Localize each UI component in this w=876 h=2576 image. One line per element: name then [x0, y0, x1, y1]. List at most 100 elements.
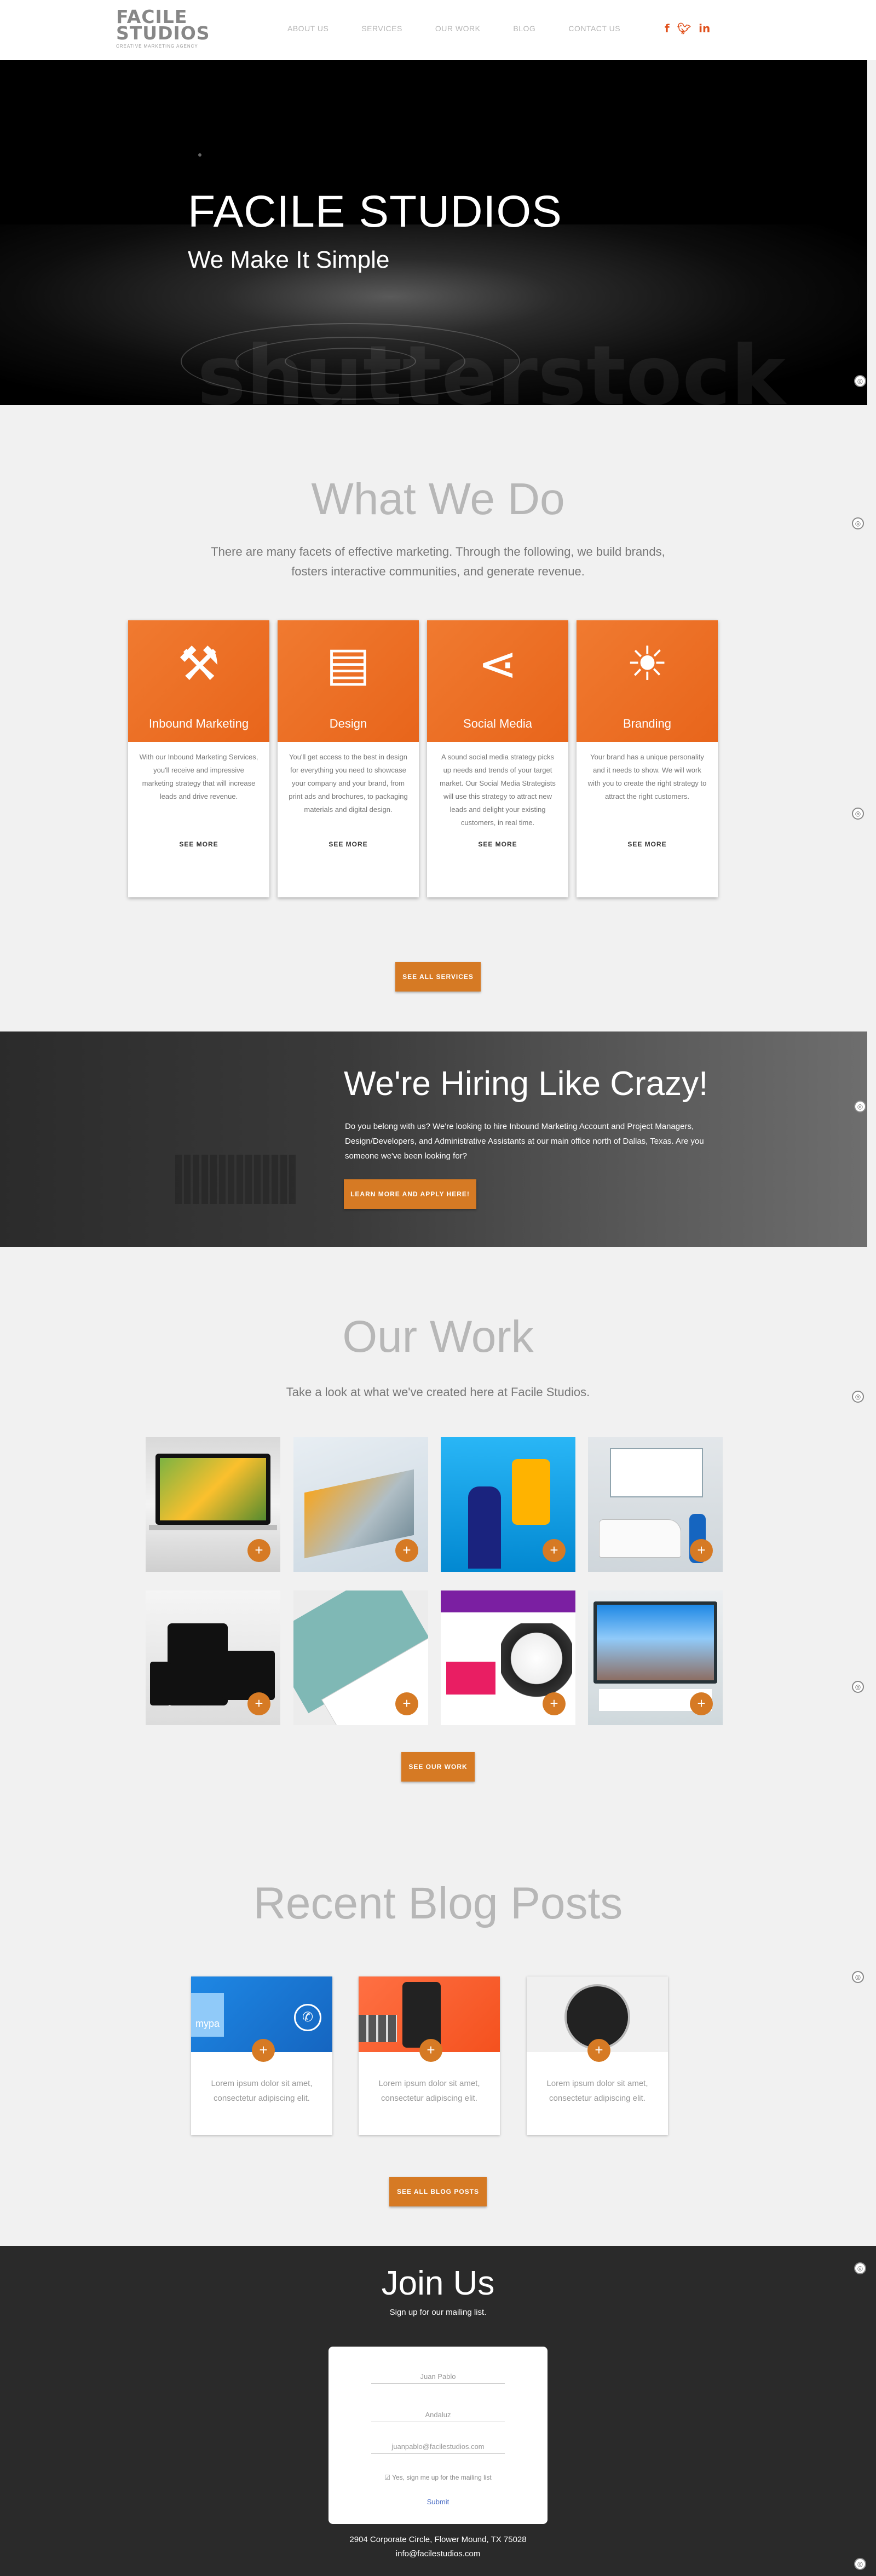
service-image: ▤ Design: [278, 620, 419, 742]
gallery-graphic: [359, 2015, 397, 2042]
service-card-branding[interactable]: ☀ Branding Your brand has a unique perso…: [577, 620, 718, 897]
checkbox-icon[interactable]: ☑: [384, 2474, 390, 2481]
see-more-link[interactable]: SEE MORE: [427, 840, 568, 848]
service-image: ☀ Branding: [577, 620, 718, 742]
share-icon: ⋖: [477, 637, 518, 691]
blog-title: Recent Blog Posts: [253, 1878, 623, 1928]
blog-image: mypa ✆ +: [191, 1976, 332, 2062]
nav-services[interactable]: SERVICES: [361, 24, 402, 33]
work-tile-devices[interactable]: +: [146, 1590, 280, 1725]
work-tile-cards[interactable]: +: [293, 1590, 428, 1725]
work-tile-branding[interactable]: +: [588, 1437, 723, 1572]
join-title: Join Us: [381, 2264, 495, 2302]
read-post-button[interactable]: +: [587, 2039, 610, 2062]
facebook-icon[interactable]: f: [665, 22, 670, 35]
scroll-icon[interactable]: ◎: [852, 517, 864, 529]
blog-card[interactable]: mypa ✆ + Lorem ipsum dolor sit amet, con…: [191, 1976, 332, 2135]
phone-icon: ✆: [294, 2004, 321, 2031]
view-project-button[interactable]: +: [395, 1692, 418, 1715]
main-menu: ABOUT US SERVICES OUR WORK BLOG CONTACT …: [287, 24, 653, 33]
tablet-landscape-graphic: [222, 1651, 275, 1700]
work-tile-laptop[interactable]: +: [146, 1437, 280, 1572]
hero-title: FACILE STUDIOS: [188, 187, 562, 237]
service-description: You'll get access to the best in design …: [289, 753, 408, 814]
scroll-icon[interactable]: ◎: [854, 375, 866, 387]
linkedin-icon[interactable]: in: [699, 22, 710, 35]
scroll-icon[interactable]: ◎: [854, 1100, 866, 1113]
promo-graphic: [446, 1662, 495, 1695]
read-post-button[interactable]: +: [252, 2039, 275, 2062]
see-more-link[interactable]: SEE MORE: [577, 840, 718, 848]
money-bag-graphic: [512, 1459, 550, 1525]
nav-blog[interactable]: BLOG: [513, 24, 535, 33]
service-image: ⋖ Social Media: [427, 620, 568, 742]
read-post-button[interactable]: +: [419, 2039, 442, 2062]
work-tile-illustration[interactable]: +: [441, 1437, 575, 1572]
service-image: ⚒ Inbound Marketing: [128, 620, 269, 742]
magnet-icon: ⚒: [177, 637, 220, 691]
service-name: Design: [329, 717, 367, 730]
palette-icon: ▤: [326, 637, 371, 691]
what-we-do-title: What We Do: [311, 474, 565, 524]
scroll-icon[interactable]: ◎: [852, 808, 864, 820]
last-name-field[interactable]: Andaluz: [371, 2408, 505, 2422]
signup-form: Juan Pablo Andaluz juanpablo@facilestudi…: [328, 2347, 548, 2524]
person-graphic: [468, 1486, 501, 1569]
our-work-title: Our Work: [342, 1312, 534, 1362]
lightbulb-icon: ☀: [626, 637, 668, 691]
logo[interactable]: FACILE STUDIOS CREATIVE MARKETING AGENCY: [116, 8, 210, 51]
nav-our-work[interactable]: OUR WORK: [435, 24, 481, 33]
van-graphic: [599, 1519, 681, 1558]
scroll-icon[interactable]: ◎: [852, 1971, 864, 1983]
site-header-graphic: [441, 1590, 575, 1612]
service-name: Social Media: [463, 717, 532, 730]
brochure-graphic: [610, 1448, 703, 1497]
service-card-social[interactable]: ⋖ Social Media A sound social media stra…: [427, 620, 568, 897]
service-name: Branding: [623, 717, 672, 730]
scroll-icon[interactable]: ◎: [852, 1681, 864, 1693]
email-field[interactable]: juanpablo@facilestudios.com: [371, 2440, 505, 2454]
footer-address: 2904 Corporate Circle, Flower Mound, TX …: [349, 2535, 527, 2544]
view-project-button[interactable]: +: [690, 1539, 713, 1562]
work-tile-infographic[interactable]: +: [293, 1437, 428, 1572]
view-project-button[interactable]: +: [247, 1539, 270, 1562]
laptop-base: [149, 1525, 277, 1530]
see-all-blog-posts-button[interactable]: SEE ALL BLOG POSTS: [389, 2177, 487, 2206]
monitor-graphic: [593, 1601, 717, 1684]
view-project-button[interactable]: +: [543, 1539, 566, 1562]
view-project-button[interactable]: +: [690, 1692, 713, 1715]
top-nav: FACILE STUDIOS CREATIVE MARKETING AGENCY…: [0, 0, 876, 60]
blog-card[interactable]: + Lorem ipsum dolor sit amet, consectetu…: [527, 1976, 668, 2135]
see-more-link[interactable]: SEE MORE: [128, 840, 269, 848]
submit-button[interactable]: Submit: [328, 2498, 548, 2506]
hero-banner: shutterstock FACILE STUDIOS We Make It S…: [0, 60, 867, 405]
laptop-screen: [155, 1454, 270, 1525]
twitter-icon[interactable]: 🐦︎: [677, 22, 691, 35]
view-project-button[interactable]: +: [543, 1692, 566, 1715]
apply-button[interactable]: LEARN MORE AND APPLY HERE!: [344, 1179, 476, 1209]
nav-about[interactable]: ABOUT US: [287, 24, 328, 33]
work-tile-pet-site[interactable]: +: [441, 1590, 575, 1725]
see-more-link[interactable]: SEE MORE: [278, 840, 419, 848]
scroll-icon[interactable]: ◎: [852, 1391, 864, 1403]
work-tile-website[interactable]: +: [588, 1590, 723, 1725]
view-project-button[interactable]: +: [395, 1539, 418, 1562]
join-subtitle: Sign up for our mailing list.: [389, 2308, 487, 2317]
see-all-services-button[interactable]: SEE ALL SERVICES: [395, 962, 481, 992]
nav-contact[interactable]: CONTACT US: [568, 24, 620, 33]
view-project-button[interactable]: +: [247, 1692, 270, 1715]
blog-card[interactable]: + Lorem ipsum dolor sit amet, consectetu…: [359, 1976, 500, 2135]
service-description: Your brand has a unique personality and …: [587, 753, 707, 800]
service-card-design[interactable]: ▤ Design You'll get access to the best i…: [278, 620, 419, 897]
first-name-field[interactable]: Juan Pablo: [371, 2370, 505, 2384]
phone-graphic: [150, 1662, 171, 1705]
scroll-icon[interactable]: ◎: [854, 2558, 866, 2570]
service-card-inbound[interactable]: ⚒ Inbound Marketing With our Inbound Mar…: [128, 620, 269, 897]
logo-tagline: CREATIVE MARKETING AGENCY: [116, 44, 198, 49]
mailing-list-checkbox[interactable]: ☑ Yes, sign me up for the mailing list: [371, 2474, 505, 2481]
social-links: f 🐦︎ in: [665, 22, 710, 35]
see-our-work-button[interactable]: SEE OUR WORK: [401, 1752, 475, 1782]
footer-email[interactable]: info@facilestudios.com: [0, 2549, 876, 2558]
scroll-icon[interactable]: ◎: [854, 2262, 866, 2274]
blog-image: +: [359, 1976, 500, 2062]
